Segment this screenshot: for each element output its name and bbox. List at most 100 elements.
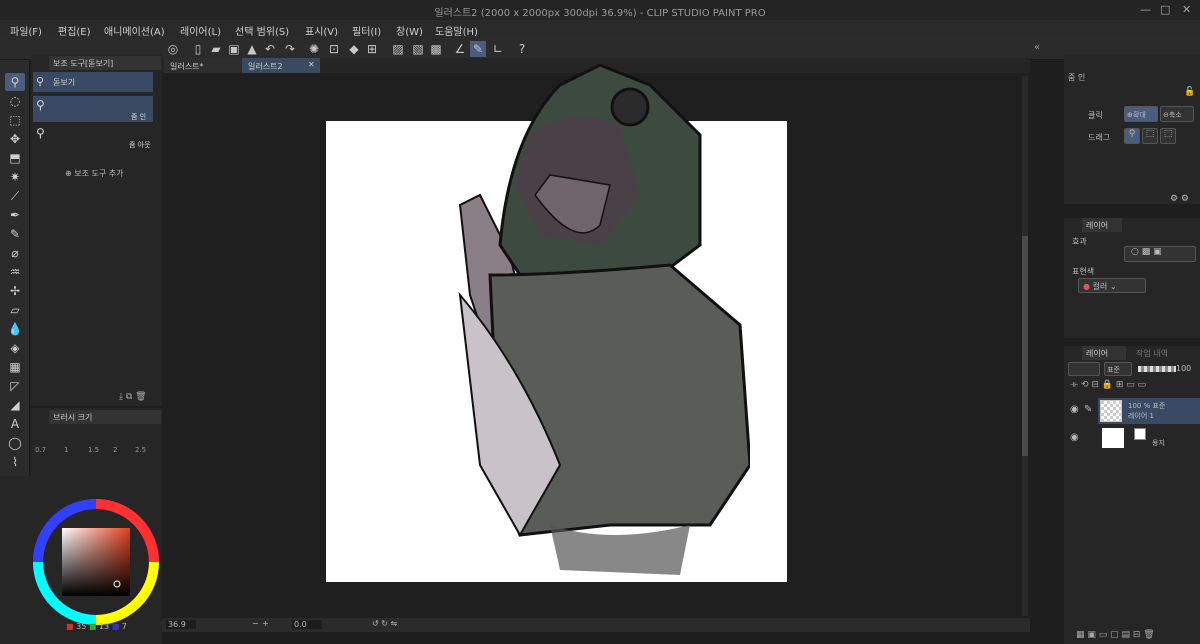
layer-name[interactable]: 용지 <box>1152 438 1165 448</box>
minimize-button[interactable]: — <box>1140 3 1151 16</box>
opacity-slider[interactable] <box>1138 366 1176 372</box>
zoom-field[interactable]: 36.9 <box>166 620 196 629</box>
crop-icon[interactable]: ⊡ <box>326 41 342 57</box>
maximize-button[interactable]: □ <box>1160 3 1170 16</box>
pen-edit-icon[interactable]: ✎ <box>1084 404 1092 415</box>
sub-tool-loupe[interactable]: ⚲ 돋보기 <box>33 72 153 92</box>
rgb-readout: ■ 35 ■ 13 ■ 7 <box>66 622 127 631</box>
layer-property-panel: 레이어 효과 ○ ▩ ▣ 표현색 ● 컬러 ⌄ <box>1064 218 1200 338</box>
zoom-in-icon[interactable]: + <box>262 619 269 628</box>
blend-tool-icon[interactable]: 💧 <box>5 320 25 338</box>
menu-selection[interactable]: 선택 범위(S) <box>235 23 289 38</box>
auto-select-icon[interactable]: ✷ <box>5 168 25 186</box>
vertical-scrollbar[interactable] <box>1022 76 1028 616</box>
scrollbar-thumb[interactable] <box>1022 236 1028 456</box>
zoom-in-toggle[interactable]: ⊕확대 <box>1124 106 1158 122</box>
drag-label: 드래그 <box>1088 133 1111 142</box>
eye-icon[interactable]: ◉ <box>1070 432 1079 443</box>
brush-size-3[interactable]: 2 <box>113 446 117 454</box>
doc-tab-2[interactable]: 일러스트2 ✕ <box>242 58 320 73</box>
balloon-tool-icon[interactable]: ◯ <box>5 434 25 452</box>
layer-panel: 레이어 작업 내역 표준 100 ⟛ ⟲ ⊟ 🔒 ⊞ ▭ ▭ 100 % 표준 … <box>1064 346 1200 644</box>
fill-icon[interactable]: ◆ <box>346 41 362 57</box>
close-button[interactable]: ✕ <box>1182 3 1191 16</box>
new-file-icon[interactable]: ▯ <box>190 41 206 57</box>
zoom-out-toggle[interactable]: ⊖축소 <box>1160 106 1194 122</box>
operation-tool-icon[interactable]: ⬚ <box>5 111 25 129</box>
clear-icon[interactable]: ✺ <box>306 41 322 57</box>
layer-color-button[interactable] <box>1068 362 1100 376</box>
color-wheel-panel: ■ 35 ■ 13 ■ 7 <box>0 476 162 644</box>
eye-icon[interactable]: ◉ <box>1070 404 1079 415</box>
open-folder-icon[interactable]: ▰ <box>208 41 224 57</box>
menu-filter[interactable]: 필터(I) <box>352 23 381 38</box>
collapse-panel-icon[interactable]: « <box>1034 42 1040 53</box>
gradient-tool-icon[interactable]: ▦ <box>5 358 25 376</box>
menu-view[interactable]: 표시(V) <box>305 23 338 38</box>
drag-zoom-rect-icon[interactable]: ⬚ <box>1142 128 1158 144</box>
brush-size-0[interactable]: 0.7 <box>35 446 46 454</box>
menu-help[interactable]: 도움말(H) <box>435 23 478 38</box>
pen-tool-icon[interactable]: ✒ <box>5 206 25 224</box>
fill-tool-icon[interactable]: ◈ <box>5 339 25 357</box>
sub-tool-zoom-in[interactable]: ⚲ 줌 인 <box>33 96 153 122</box>
menu-window[interactable]: 창(W) <box>396 23 423 38</box>
pencil-tool-icon[interactable]: ✎ <box>5 225 25 243</box>
brush-size-2[interactable]: 1.5 <box>88 446 99 454</box>
add-sub-tool-button[interactable]: ⊕ 보조 도구 추가 <box>65 168 124 179</box>
transform-icon[interactable]: ⊞ <box>364 41 380 57</box>
move-tool-icon[interactable]: ✥ <box>5 130 25 148</box>
layer-tab[interactable]: 레이어 <box>1082 346 1126 360</box>
menu-file[interactable]: 파일(F) <box>10 23 42 38</box>
doc-tab-1[interactable]: 일러스트* <box>164 58 242 73</box>
zoom-out-icon[interactable]: − <box>252 619 259 628</box>
menu-animation[interactable]: 애니메이션(A) <box>104 23 165 38</box>
brush-size-tab[interactable]: 브러시 크기 <box>49 410 161 424</box>
opacity-value[interactable]: 100 <box>1176 364 1191 373</box>
rotation-field[interactable]: 0.0 <box>292 620 322 629</box>
figure-tool-icon[interactable]: ◸ <box>5 377 25 395</box>
correct-line-tool-icon[interactable]: ⌇ <box>5 453 25 471</box>
layer-row-paper[interactable]: 용지 <box>1098 426 1200 452</box>
frame-tool-icon[interactable]: ◢ <box>5 396 25 414</box>
magnifier-icon: ⚲ <box>36 75 45 88</box>
close-tab-icon[interactable]: ✕ <box>308 60 315 69</box>
brush-tool-icon[interactable]: ⌀ <box>5 244 25 262</box>
subtool-action-icons[interactable]: ⤓ ⧉ 🗑 <box>119 392 147 402</box>
menu-edit[interactable]: 편집(E) <box>58 23 91 38</box>
brush-size-4[interactable]: 2.5 <box>135 446 146 454</box>
undo-icon[interactable]: ↶ <box>262 41 278 57</box>
eyedropper-icon[interactable]: ⟋ <box>5 187 25 205</box>
export-icon[interactable]: ▲ <box>244 41 260 57</box>
clip-studio-icon[interactable]: ◎ <box>165 41 181 57</box>
layer-option-icons[interactable]: ⟛ ⟲ ⊟ 🔒 ⊞ ▭ ▭ <box>1070 380 1146 390</box>
hand-tool-icon[interactable]: ◌ <box>5 92 25 110</box>
zoom-tool-icon[interactable]: ⚲ <box>5 73 25 91</box>
drag-zoom-rect2-icon[interactable]: ⬚ <box>1160 128 1176 144</box>
layer-footer-icons[interactable]: ▦ ▣ ▭ ▢ ▤ ⊟ 🗑 <box>1076 630 1155 640</box>
lock-icon[interactable]: 🔓 <box>1184 87 1195 97</box>
sub-tool-zoom-out[interactable]: ⚲ 줌 아웃 <box>33 124 153 150</box>
history-tab[interactable]: 작업 내역 <box>1136 348 1168 359</box>
sub-tool-tab[interactable]: 보조 도구[돋보기] <box>49 56 161 70</box>
save-icon[interactable]: ▣ <box>226 41 242 57</box>
layer-name[interactable]: 레이어 1 <box>1128 411 1154 421</box>
eraser-tool-icon[interactable]: ▱ <box>5 301 25 319</box>
selection-tool-icon[interactable]: ⬒ <box>5 149 25 167</box>
drag-zoom-icon[interactable]: ⚲ <box>1124 128 1140 144</box>
airbrush-tool-icon[interactable]: ♒ <box>5 263 25 281</box>
redo-icon[interactable]: ↷ <box>282 41 298 57</box>
layer-row-1[interactable]: 100 % 표준 레이어 1 <box>1098 398 1200 424</box>
layer-property-tab[interactable]: 레이어 <box>1082 218 1122 232</box>
text-tool-icon[interactable]: A <box>5 415 25 433</box>
decoration-tool-icon[interactable]: ✢ <box>5 282 25 300</box>
blend-mode-select[interactable]: 표준 <box>1104 362 1132 376</box>
property-footer-icons[interactable]: ⚙ ⚙ <box>1170 194 1189 204</box>
color-wheel[interactable] <box>30 496 162 628</box>
paper-icon <box>1134 428 1146 440</box>
rotate-icons[interactable]: ↺ ↻ ⇋ <box>372 619 397 628</box>
brush-size-1[interactable]: 1 <box>64 446 68 454</box>
expression-color-select[interactable]: ● 컬러 ⌄ <box>1078 278 1146 293</box>
menu-layer[interactable]: 레이어(L) <box>180 23 221 38</box>
effect-buttons[interactable]: ○ ▩ ▣ <box>1124 246 1196 262</box>
